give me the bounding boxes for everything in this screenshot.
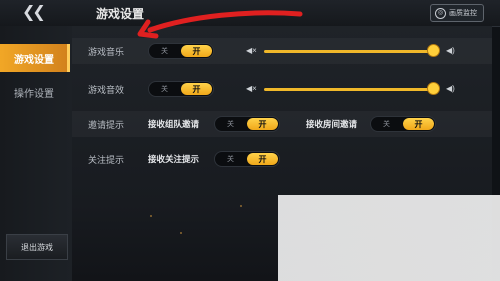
music-volume-knob[interactable] (427, 44, 440, 57)
room-invite-label: 接收房间邀请 (306, 119, 358, 129)
music-toggle[interactable]: 关 开 (148, 43, 214, 59)
sfx-toggle[interactable]: 关 开 (148, 81, 214, 97)
toggle-off[interactable]: 关 (215, 152, 246, 166)
exit-game-button[interactable]: 退出游戏 (6, 234, 68, 260)
double-chevron-left-icon[interactable]: ❮❮ (22, 5, 50, 21)
sidebar: 游戏设置 操作设置 退出游戏 (0, 26, 72, 281)
sidebar-item-control-settings[interactable]: 操作设置 (0, 78, 70, 106)
quality-monitor-button[interactable]: ◎ 画质监控 (430, 4, 484, 22)
sidebar-item-game-settings[interactable]: 游戏设置 (0, 44, 70, 72)
volume-max-icon[interactable]: ◀) (446, 46, 456, 55)
invite-label: 邀请提示 (88, 120, 125, 130)
invite-row: 邀请提示 接收组队邀请 关 开 接收房间邀请 关 开 (72, 111, 492, 137)
mute-icon[interactable]: ◀× (246, 84, 257, 93)
quality-icon: ◎ (435, 7, 446, 19)
volume-max-icon[interactable]: ◀) (446, 84, 456, 93)
follow-row: 关注提示 接收关注提示 关 开 (72, 146, 492, 172)
toggle-on[interactable]: 开 (247, 153, 278, 165)
music-row: 游戏音乐 关 开 ◀× ◀) (72, 38, 492, 64)
watermark-overlay (278, 195, 500, 281)
top-bar: ❮❮ 游戏设置 ◎ 画质监控 (0, 0, 500, 27)
toggle-on[interactable]: 开 (247, 118, 278, 130)
sfx-label: 游戏音效 (88, 85, 125, 95)
toggle-off[interactable]: 关 (215, 117, 246, 131)
toggle-off[interactable]: 关 (149, 44, 180, 58)
team-invite-toggle[interactable]: 关 开 (214, 116, 280, 132)
sfx-row: 游戏音效 关 开 ◀× ◀) (72, 76, 492, 102)
exit-game-label: 退出游戏 (21, 242, 53, 252)
mute-icon[interactable]: ◀× (246, 46, 257, 55)
music-volume-slider[interactable] (264, 50, 436, 53)
sidebar-item-label: 游戏设置 (14, 54, 54, 66)
sparkle (240, 205, 242, 207)
toggle-on[interactable]: 开 (403, 118, 434, 130)
team-invite-label: 接收组队邀请 (148, 119, 200, 129)
quality-monitor-label: 画质监控 (449, 10, 477, 17)
page-title: 游戏设置 (96, 7, 145, 21)
follow-notice-label: 接收关注提示 (148, 154, 200, 164)
follow-label: 关注提示 (88, 155, 125, 165)
sfx-volume-knob[interactable] (427, 82, 440, 95)
toggle-off[interactable]: 关 (149, 82, 180, 96)
toggle-on[interactable]: 开 (181, 83, 212, 95)
room-invite-toggle[interactable]: 关 开 (370, 116, 436, 132)
toggle-on[interactable]: 开 (181, 45, 212, 57)
follow-notice-toggle[interactable]: 关 开 (214, 151, 280, 167)
toggle-off[interactable]: 关 (371, 117, 402, 131)
sparkle (180, 232, 182, 234)
sparkle (150, 215, 152, 217)
sfx-volume-slider[interactable] (264, 88, 436, 91)
sidebar-item-label: 操作设置 (14, 88, 54, 100)
music-label: 游戏音乐 (88, 47, 125, 57)
